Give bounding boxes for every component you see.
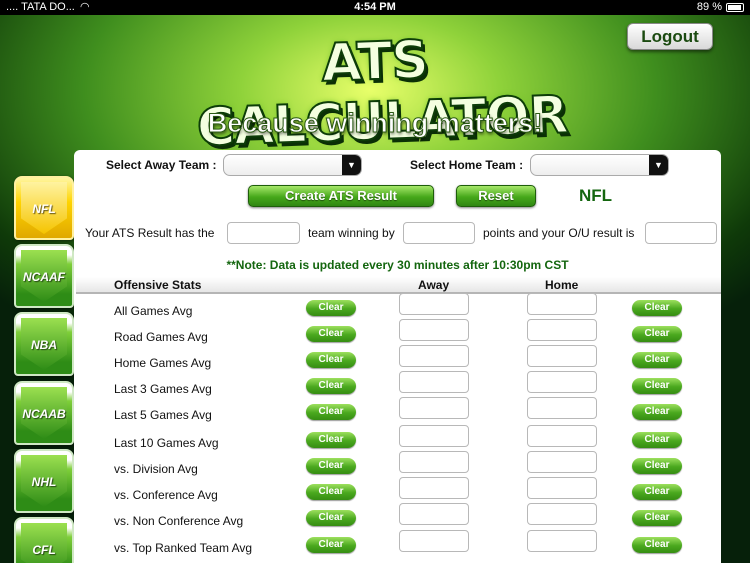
stat-row-label: Last 5 Games Avg <box>114 408 212 422</box>
tab-label: NCAAB <box>22 407 66 421</box>
away-clear-button[interactable]: Clear <box>306 458 356 474</box>
home-stat-field[interactable] <box>527 397 597 419</box>
home-team-label: Select Home Team : <box>410 158 524 172</box>
away-stat-field[interactable] <box>399 477 469 499</box>
away-stat-field[interactable] <box>399 425 469 447</box>
home-clear-button[interactable]: Clear <box>632 458 682 474</box>
stat-row-label: vs. Top Ranked Team Avg <box>114 541 253 555</box>
home-clear-button[interactable]: Clear <box>632 537 682 553</box>
away-stat-field[interactable] <box>399 371 469 393</box>
chevron-down-icon: ▼ <box>649 155 668 175</box>
home-stat-field[interactable] <box>527 451 597 473</box>
status-bar: .... TATA DO... ◠ 4:54 PM 89 % <box>0 0 750 15</box>
away-clear-button[interactable]: Clear <box>306 352 356 368</box>
home-team-select[interactable]: ▼ <box>530 154 669 176</box>
tab-nba[interactable]: NBA <box>14 312 74 376</box>
update-note: **Note: Data is updated every 30 minutes… <box>226 258 569 272</box>
stat-row-label: vs. Conference Avg <box>114 488 218 502</box>
away-clear-button[interactable]: Clear <box>306 484 356 500</box>
battery-percent: 89 % <box>696 1 722 13</box>
home-stat-field[interactable] <box>527 503 597 525</box>
app-logo-title: ATS CALCULATOR <box>195 29 570 159</box>
home-stat-field[interactable] <box>527 425 597 447</box>
away-clear-button[interactable]: Clear <box>306 378 356 394</box>
tab-label: NHL <box>31 475 57 489</box>
battery-icon <box>726 3 744 12</box>
stat-row-label: vs. Division Avg <box>114 462 198 476</box>
stat-row: vs. Top Ranked Team Avg Clear Clear <box>76 530 721 563</box>
away-stat-field[interactable] <box>399 503 469 525</box>
home-stat-field[interactable] <box>527 371 597 393</box>
home-clear-button[interactable]: Clear <box>632 352 682 368</box>
away-clear-button[interactable]: Clear <box>306 537 356 553</box>
logout-button[interactable]: Logout <box>627 23 713 50</box>
winning-margin-field[interactable] <box>403 222 475 244</box>
stat-row-label: Last 3 Games Avg <box>114 382 212 396</box>
away-clear-button[interactable]: Clear <box>306 300 356 316</box>
away-clear-button[interactable]: Clear <box>306 510 356 526</box>
away-clear-button[interactable]: Clear <box>306 404 356 420</box>
tab-label: NFL <box>32 202 56 216</box>
tab-nhl[interactable]: NHL <box>14 449 74 513</box>
home-clear-button[interactable]: Clear <box>632 510 682 526</box>
home-stat-field[interactable] <box>527 530 597 552</box>
tab-cfl[interactable]: CFL <box>14 517 74 563</box>
away-team-label: Select Away Team : <box>106 158 217 172</box>
away-team-select[interactable]: ▼ <box>223 154 362 176</box>
reset-button[interactable]: Reset <box>456 185 536 207</box>
home-clear-button[interactable]: Clear <box>632 432 682 448</box>
stat-row-label: vs. Non Conference Avg <box>114 514 244 528</box>
create-ats-result-button[interactable]: Create ATS Result <box>248 185 434 207</box>
winning-team-field[interactable] <box>227 222 300 244</box>
header-away: Away <box>418 278 450 292</box>
stat-row-label: Home Games Avg <box>114 356 212 370</box>
sport-title: NFL <box>579 186 613 205</box>
away-stat-field[interactable] <box>399 451 469 473</box>
result-text-1: Your ATS Result has the <box>85 226 215 240</box>
home-clear-button[interactable]: Clear <box>632 326 682 342</box>
stat-row-label: Last 10 Games Avg <box>114 436 219 450</box>
header-home: Home <box>545 278 579 292</box>
stat-row-label: All Games Avg <box>114 304 193 318</box>
away-clear-button[interactable]: Clear <box>306 326 356 342</box>
tagline: Because winning matters! <box>207 108 543 139</box>
stat-row-label: Road Games Avg <box>114 330 208 344</box>
home-clear-button[interactable]: Clear <box>632 404 682 420</box>
result-text-3: points and your O/U result is <box>483 226 635 240</box>
result-text-2: team winning by <box>308 226 395 240</box>
away-stat-field[interactable] <box>399 345 469 367</box>
chevron-down-icon: ▼ <box>342 155 361 175</box>
clock: 4:54 PM <box>354 1 396 13</box>
home-stat-field[interactable] <box>527 293 597 315</box>
header-offensive-stats: Offensive Stats <box>114 278 202 292</box>
home-clear-button[interactable]: Clear <box>632 484 682 500</box>
home-stat-field[interactable] <box>527 345 597 367</box>
home-stat-field[interactable] <box>527 319 597 341</box>
stats-header: Offensive Stats Away Home <box>76 277 721 294</box>
away-clear-button[interactable]: Clear <box>306 432 356 448</box>
away-stat-field[interactable] <box>399 319 469 341</box>
tab-label: CFL <box>32 543 56 557</box>
tab-nfl[interactable]: NFL <box>14 176 74 240</box>
away-stat-field[interactable] <box>399 530 469 552</box>
home-clear-button[interactable]: Clear <box>632 378 682 394</box>
away-stat-field[interactable] <box>399 293 469 315</box>
over-under-field[interactable] <box>645 222 717 244</box>
home-clear-button[interactable]: Clear <box>632 300 682 316</box>
tab-ncaab[interactable]: NCAAB <box>14 381 74 445</box>
tab-label: NBA <box>31 338 57 352</box>
home-stat-field[interactable] <box>527 477 597 499</box>
tab-label: NCAAF <box>23 270 65 284</box>
tab-ncaaf[interactable]: NCAAF <box>14 244 74 308</box>
away-stat-field[interactable] <box>399 397 469 419</box>
